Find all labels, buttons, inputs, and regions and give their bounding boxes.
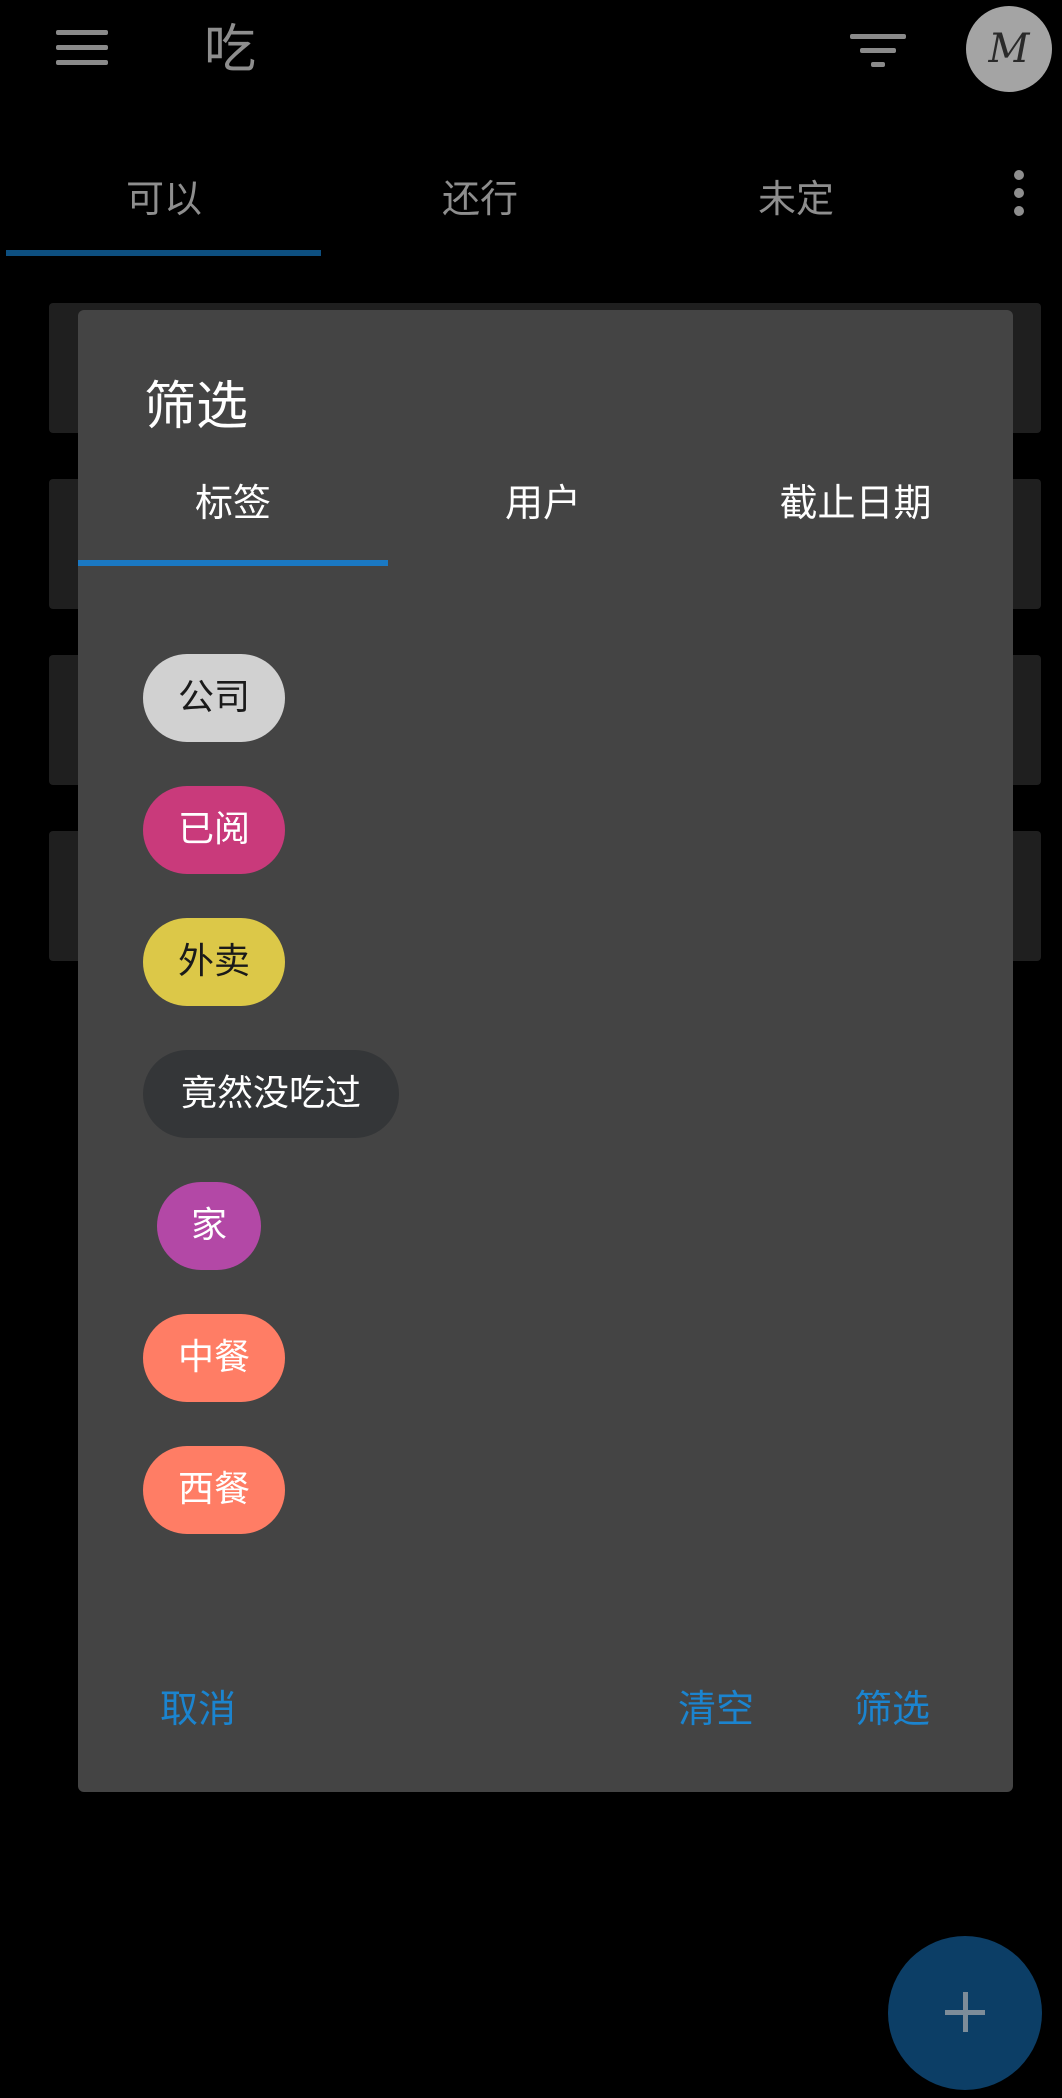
tab-tags[interactable]: 标签 bbox=[78, 472, 388, 527]
tag-chip[interactable]: 公司 bbox=[143, 654, 285, 742]
main-tab-indicator bbox=[6, 250, 321, 256]
tag-chip[interactable]: 中餐 bbox=[143, 1314, 285, 1402]
tab-users[interactable]: 用户 bbox=[388, 472, 698, 527]
plus-icon-vertical bbox=[963, 1992, 968, 2032]
tag-chip[interactable]: 竟然没吃过 bbox=[143, 1050, 399, 1138]
tag-chip[interactable]: 西餐 bbox=[143, 1446, 285, 1534]
more-vert-icon[interactable] bbox=[1000, 168, 1040, 218]
tab-keyi[interactable]: 可以 bbox=[6, 168, 322, 223]
tab-weiding[interactable]: 未定 bbox=[638, 168, 954, 223]
dialog-title: 筛选 bbox=[144, 377, 249, 437]
tag-chip[interactable]: 已阅 bbox=[143, 786, 285, 874]
filter-dialog: 筛选 标签 用户 截止日期 公司 已阅 外卖 竟然没吃过 家 中餐 西餐 取消 … bbox=[78, 310, 1013, 1792]
app-title: 吃 bbox=[204, 20, 257, 80]
add-button[interactable] bbox=[888, 1936, 1042, 2090]
app-bar: 吃 M bbox=[0, 0, 1062, 110]
dialog-tab-indicator bbox=[78, 560, 388, 566]
tab-due-date[interactable]: 截止日期 bbox=[698, 472, 1013, 527]
clear-button[interactable]: 清空 bbox=[678, 1678, 754, 1733]
avatar[interactable]: M bbox=[966, 6, 1052, 92]
apply-filter-button[interactable]: 筛选 bbox=[854, 1678, 930, 1733]
tab-haixing[interactable]: 还行 bbox=[322, 168, 638, 223]
tag-chip[interactable]: 家 bbox=[157, 1182, 261, 1270]
cancel-button[interactable]: 取消 bbox=[160, 1678, 236, 1733]
tag-chip[interactable]: 外卖 bbox=[143, 918, 285, 1006]
main-tab-bar: 可以 还行 未定 bbox=[0, 150, 1062, 260]
filter-icon[interactable] bbox=[850, 28, 910, 72]
menu-icon[interactable] bbox=[56, 30, 108, 66]
